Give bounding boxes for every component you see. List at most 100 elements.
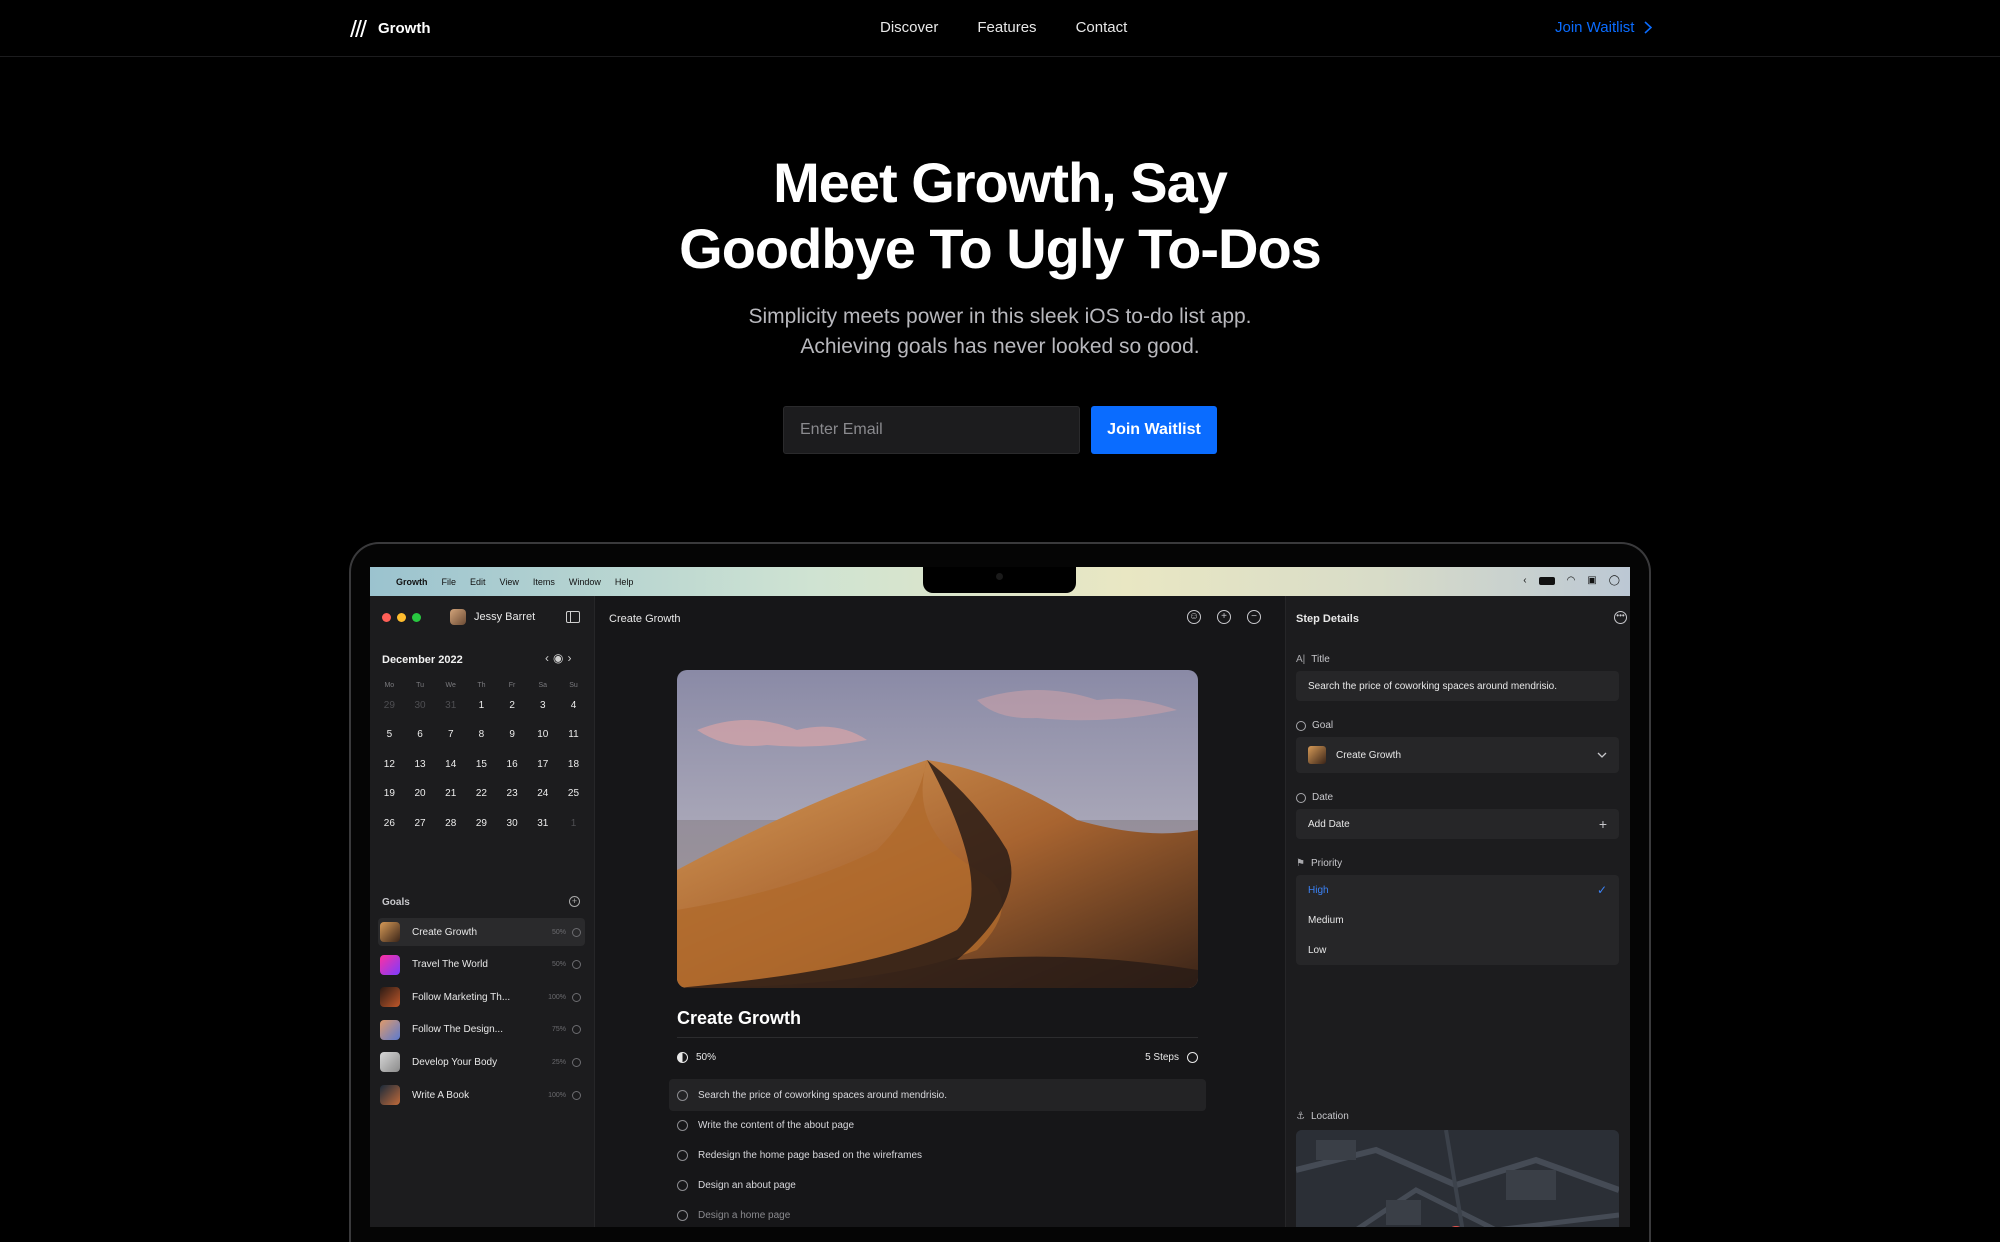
- goal-item[interactable]: Create Growth 50%: [378, 918, 585, 946]
- hero-title-line-2: Goodbye To Ugly To-Dos: [679, 217, 1322, 280]
- calendar-day[interactable]: 7: [435, 729, 466, 758]
- goal-item[interactable]: Write A Book 100%: [378, 1081, 585, 1109]
- calendar-day[interactable]: 12: [374, 759, 405, 788]
- task-item[interactable]: Redesign the home page based on the wire…: [669, 1139, 1206, 1171]
- chevron-left-icon[interactable]: ‹: [1523, 575, 1526, 586]
- chevron-right-icon[interactable]: ›: [567, 651, 575, 665]
- user-profile[interactable]: Jessy Barret: [450, 609, 535, 625]
- priority-option-high[interactable]: High ✓: [1296, 875, 1619, 905]
- calendar-day[interactable]: 30: [405, 700, 436, 729]
- more-icon[interactable]: −: [1247, 610, 1261, 624]
- menu-view[interactable]: View: [500, 577, 519, 587]
- calendar-day[interactable]: 22: [466, 788, 497, 817]
- calendar-day[interactable]: 31: [435, 700, 466, 729]
- close-window-button[interactable]: [382, 613, 391, 622]
- nav-link-discover[interactable]: Discover: [880, 19, 938, 36]
- plus-icon[interactable]: +: [1599, 816, 1607, 832]
- calendar-day[interactable]: 29: [374, 700, 405, 729]
- title-field[interactable]: Search the price of coworking spaces aro…: [1296, 671, 1619, 701]
- date-field[interactable]: Add Date +: [1296, 809, 1619, 839]
- calendar-day[interactable]: 2: [497, 700, 528, 729]
- menu-window[interactable]: Window: [569, 577, 601, 587]
- task-item[interactable]: Search the price of coworking spaces aro…: [669, 1079, 1206, 1111]
- goal-thumb: [1308, 746, 1326, 764]
- calendar-day[interactable]: 16: [497, 759, 528, 788]
- task-checkbox[interactable]: [677, 1209, 688, 1221]
- calendar-day[interactable]: 13: [405, 759, 436, 788]
- goal-item[interactable]: Develop Your Body 25%: [378, 1048, 585, 1076]
- step-details-panel: Step Details ••• A| Title Search the pri…: [1285, 596, 1630, 1227]
- more-icon[interactable]: •••: [1614, 611, 1627, 624]
- add-goal-icon[interactable]: +: [569, 896, 580, 907]
- calendar-day[interactable]: 18: [558, 759, 589, 788]
- calendar-day[interactable]: 4: [558, 700, 589, 729]
- menu-items[interactable]: Items: [533, 577, 555, 587]
- sidebar-toggle-icon[interactable]: [566, 611, 580, 623]
- calendar-day[interactable]: 15: [466, 759, 497, 788]
- task-label: Write the content of the about page: [698, 1119, 855, 1131]
- menu-file[interactable]: File: [442, 577, 457, 587]
- calendar-day[interactable]: 25: [558, 788, 589, 817]
- priority-option-low[interactable]: Low: [1296, 935, 1619, 965]
- wifi-icon[interactable]: ◠: [1567, 575, 1576, 586]
- weekday-label: Tu: [416, 682, 424, 689]
- nav-join-waitlist-link[interactable]: Join Waitlist: [1555, 19, 1653, 36]
- calendar-day[interactable]: 28: [435, 818, 466, 847]
- email-input[interactable]: [783, 406, 1080, 454]
- calendar-day[interactable]: 14: [435, 759, 466, 788]
- calendar-day[interactable]: 26: [374, 818, 405, 847]
- calendar-day[interactable]: 6: [405, 729, 436, 758]
- calendar-day[interactable]: 9: [497, 729, 528, 758]
- zoom-window-button[interactable]: [412, 613, 421, 622]
- today-icon[interactable]: ◉: [553, 651, 567, 665]
- task-checkbox[interactable]: [677, 1179, 688, 1191]
- calendar-day[interactable]: 21: [435, 788, 466, 817]
- target-icon[interactable]: [1187, 1052, 1198, 1063]
- goals-header: Goals: [382, 897, 410, 908]
- goal-item[interactable]: Follow Marketing Th... 100%: [378, 983, 585, 1011]
- title-label-row: A| Title: [1296, 654, 1330, 665]
- battery-icon[interactable]: [1538, 576, 1555, 585]
- menubar-app-name[interactable]: Growth: [396, 577, 428, 587]
- calendar-day[interactable]: 31: [527, 818, 558, 847]
- chevron-left-icon[interactable]: ‹: [545, 651, 553, 665]
- priority-option-medium[interactable]: Medium: [1296, 905, 1619, 935]
- goal-select[interactable]: Create Growth: [1296, 737, 1619, 773]
- goal-item[interactable]: Follow The Design... 75%: [378, 1016, 585, 1044]
- task-checkbox[interactable]: [677, 1119, 688, 1131]
- siri-icon[interactable]: ◯: [1609, 575, 1620, 586]
- calendar-day[interactable]: 5: [374, 729, 405, 758]
- brand-logo[interactable]: Growth: [348, 19, 431, 38]
- task-checkbox[interactable]: [677, 1089, 688, 1101]
- calendar-day[interactable]: 23: [497, 788, 528, 817]
- goal-item[interactable]: Travel The World 50%: [378, 951, 585, 979]
- task-checkbox[interactable]: [677, 1149, 688, 1161]
- nav-link-features[interactable]: Features: [977, 19, 1036, 36]
- calendar-day[interactable]: 10: [527, 729, 558, 758]
- nav-link-contact[interactable]: Contact: [1076, 19, 1128, 36]
- calendar-day[interactable]: 17: [527, 759, 558, 788]
- calendar-day[interactable]: 1: [558, 818, 589, 847]
- task-item[interactable]: Design a home page: [669, 1199, 1206, 1227]
- add-icon[interactable]: +: [1217, 610, 1231, 624]
- menu-help[interactable]: Help: [615, 577, 634, 587]
- location-map[interactable]: [1296, 1130, 1619, 1227]
- calendar-day[interactable]: 11: [558, 729, 589, 758]
- calendar-day[interactable]: 3: [527, 700, 558, 729]
- calendar-day[interactable]: 30: [497, 818, 528, 847]
- task-item[interactable]: Write the content of the about page: [669, 1109, 1206, 1141]
- calendar-day[interactable]: 24: [527, 788, 558, 817]
- calendar-day[interactable]: 29: [466, 818, 497, 847]
- join-waitlist-button[interactable]: Join Waitlist: [1091, 406, 1217, 454]
- minimize-window-button[interactable]: [397, 613, 406, 622]
- calendar-day[interactable]: 1: [466, 700, 497, 729]
- calendar-day[interactable]: 20: [405, 788, 436, 817]
- calendar-day[interactable]: 8: [466, 729, 497, 758]
- task-item[interactable]: Design an about page: [669, 1169, 1206, 1201]
- calendar-day[interactable]: 27: [405, 818, 436, 847]
- control-center-icon[interactable]: ▣: [1587, 575, 1596, 586]
- menu-edit[interactable]: Edit: [470, 577, 486, 587]
- calendar-day[interactable]: 19: [374, 788, 405, 817]
- people-icon[interactable]: ☺: [1187, 610, 1201, 624]
- divider: [677, 1037, 1198, 1038]
